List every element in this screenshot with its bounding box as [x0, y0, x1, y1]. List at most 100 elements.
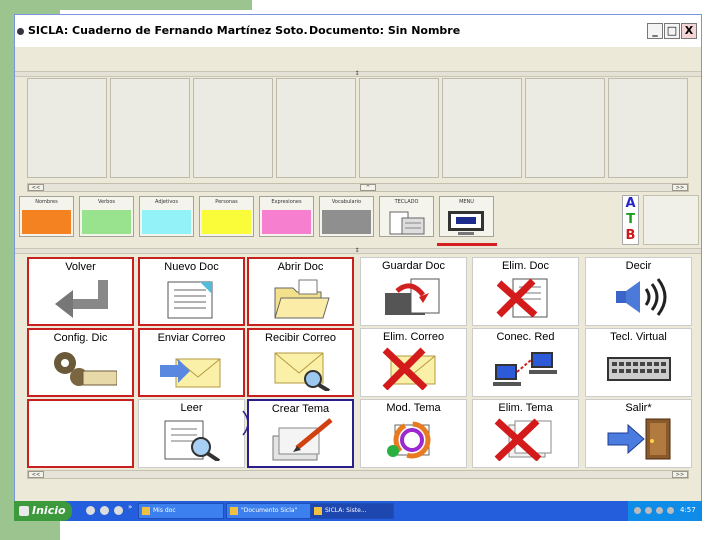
slide-background-top: [60, 0, 252, 10]
pictogram-label: Enviar Correo: [157, 332, 226, 344]
category-bar: Nombres Verbos Adjetivos Personas Expresione…: [15, 193, 701, 243]
pictogram-recibir-correo[interactable]: Recibir Correo: [247, 328, 354, 397]
splitter-grip-icon[interactable]: ↕: [353, 71, 361, 77]
pictogram-label: Recibir Correo: [265, 332, 336, 344]
pictogram-label: Elim. Correo: [382, 331, 445, 343]
category-expresiones[interactable]: Expresiones: [259, 196, 314, 237]
pictogram-salir[interactable]: Salir*: [585, 399, 692, 468]
grid-scrollbar[interactable]: << >>: [27, 470, 689, 479]
pictogram-guardar-doc[interactable]: Guardar Doc: [360, 257, 467, 326]
category-adjetivos[interactable]: Adjetivos: [139, 196, 194, 237]
sicla-window: SICLA: Cuaderno de Fernando Martínez Sot…: [14, 14, 702, 521]
message-cell[interactable]: [193, 78, 273, 178]
keyboard-doc-icon: [382, 210, 431, 235]
pictogram-empty[interactable]: [27, 399, 134, 468]
pictogram-tecl-virtual[interactable]: Tecl. Virtual: [585, 328, 692, 397]
pictogram-elim-correo[interactable]: Elim. Correo: [360, 328, 467, 397]
pictogram-elim-doc[interactable]: Elim. Doc: [472, 257, 579, 326]
category-label: Nombres: [35, 199, 58, 205]
system-tray: 4:57: [628, 501, 702, 521]
pictogram-enviar-correo[interactable]: Enviar Correo: [138, 328, 245, 397]
category-color-swatch: [82, 210, 131, 234]
quicklaunch-media-icon[interactable]: [100, 506, 109, 515]
menu-monitor-icon: [442, 210, 491, 235]
pictogram-config-dic[interactable]: Config. Dic: [27, 328, 134, 397]
message-cell[interactable]: [525, 78, 605, 178]
grid-splitter-grip-icon[interactable]: ↕: [353, 248, 361, 254]
category-menu[interactable]: MENU: [439, 196, 494, 237]
message-cell[interactable]: [442, 78, 522, 178]
app-title: SICLA: Cuaderno de Fernando Martínez Sot…: [28, 24, 308, 37]
pictogram-leer[interactable]: Leer: [138, 399, 245, 468]
pictogram-volver[interactable]: Volver: [27, 257, 134, 326]
category-vocabulario[interactable]: Vocabulario: [319, 196, 374, 237]
message-cell[interactable]: [27, 78, 107, 178]
task-button-3[interactable]: SICLA: Siste...: [310, 503, 394, 519]
pictogram-label: Leer: [180, 402, 203, 414]
pictogram-crear-tema[interactable]: Crear Tema: [247, 399, 354, 468]
pictogram-label: Nuevo Doc: [164, 261, 219, 273]
pictogram-label: Elim. Tema: [498, 402, 553, 414]
clock: 4:57: [680, 506, 696, 514]
quicklaunch-more-icon[interactable]: »: [128, 503, 132, 511]
category-nombres[interactable]: Nombres: [19, 196, 74, 237]
document-title: Documento: Sin Nombre: [309, 24, 461, 37]
pictogram-nuevo-doc[interactable]: Nuevo Doc: [138, 257, 245, 326]
task-button-1[interactable]: Mis doc: [138, 503, 224, 519]
close-button[interactable]: X: [681, 23, 697, 39]
message-cell[interactable]: [608, 78, 688, 178]
title-bar[interactable]: SICLA: Cuaderno de Fernando Martínez Sot…: [15, 15, 701, 47]
task-label: SICLA: Siste...: [325, 507, 367, 514]
minimize-button[interactable]: _: [647, 23, 663, 39]
atb-side-panel: [643, 195, 699, 245]
tray-network-icon[interactable]: [634, 507, 641, 514]
tray-volume-icon[interactable]: [645, 507, 652, 514]
maximize-button[interactable]: □: [664, 23, 680, 39]
category-color-swatch: [322, 210, 371, 234]
message-scrollbar[interactable]: << ^ >>: [27, 183, 689, 192]
scroll-left-button[interactable]: <<: [28, 184, 44, 191]
pictogram-label: Abrir Doc: [277, 261, 324, 273]
quicklaunch-ie-icon[interactable]: [86, 506, 95, 515]
pictogram-label: Tecl. Virtual: [610, 331, 667, 343]
category-label: Verbos: [97, 199, 115, 205]
pictogram-label: Mod. Tema: [386, 402, 441, 414]
atb-t-button[interactable]: T: [623, 212, 638, 228]
atb-b-button[interactable]: B: [623, 228, 638, 244]
pictogram-label: Volver: [65, 261, 96, 273]
app-icon: [17, 28, 24, 35]
grid-scroll-right-button[interactable]: >>: [672, 471, 688, 478]
category-personas[interactable]: Personas: [199, 196, 254, 237]
pictogram-label: Config. Dic: [53, 332, 108, 344]
task-label: Mis doc: [153, 507, 176, 514]
tray-app-icon[interactable]: [667, 507, 674, 514]
quicklaunch-desktop-icon[interactable]: [114, 506, 123, 515]
grid-scroll-left-button[interactable]: <<: [28, 471, 44, 478]
category-label: Personas: [215, 199, 238, 205]
start-button[interactable]: Inicio: [14, 501, 72, 521]
windows-logo-icon: [19, 506, 29, 516]
pictogram-abrir-doc[interactable]: Abrir Doc: [247, 257, 354, 326]
pictogram-label: Crear Tema: [271, 403, 330, 415]
category-color-swatch: [262, 210, 311, 234]
tray-security-icon[interactable]: [656, 507, 663, 514]
message-cell[interactable]: [276, 78, 356, 178]
pictogram-mod-tema[interactable]: Mod. Tema: [360, 399, 467, 468]
scroll-right-button[interactable]: >>: [672, 184, 688, 191]
category-label: MENU: [459, 199, 474, 205]
atb-selector[interactable]: A T B: [622, 195, 639, 245]
message-cell[interactable]: [110, 78, 190, 178]
category-verbos[interactable]: Verbos: [79, 196, 134, 237]
pictogram-elim-tema[interactable]: Elim. Tema: [472, 399, 579, 468]
pictogram-grid: Volver Nuevo Doc Abrir Doc Guardar Doc Elim.…: [27, 255, 701, 469]
pictogram-conec-red[interactable]: Conec. Red: [472, 328, 579, 397]
task-button-2[interactable]: "Documento Sicla": [226, 503, 312, 519]
message-cell[interactable]: [359, 78, 439, 178]
scroll-up-button[interactable]: ^: [360, 184, 376, 191]
category-color-swatch: [22, 210, 71, 234]
category-teclado[interactable]: TECLADO: [379, 196, 434, 237]
task-label: "Documento Sicla": [241, 507, 298, 514]
pictogram-decir[interactable]: Decir: [585, 257, 692, 326]
atb-a-button[interactable]: A: [623, 196, 638, 212]
category-label: Adjetivos: [155, 199, 178, 205]
